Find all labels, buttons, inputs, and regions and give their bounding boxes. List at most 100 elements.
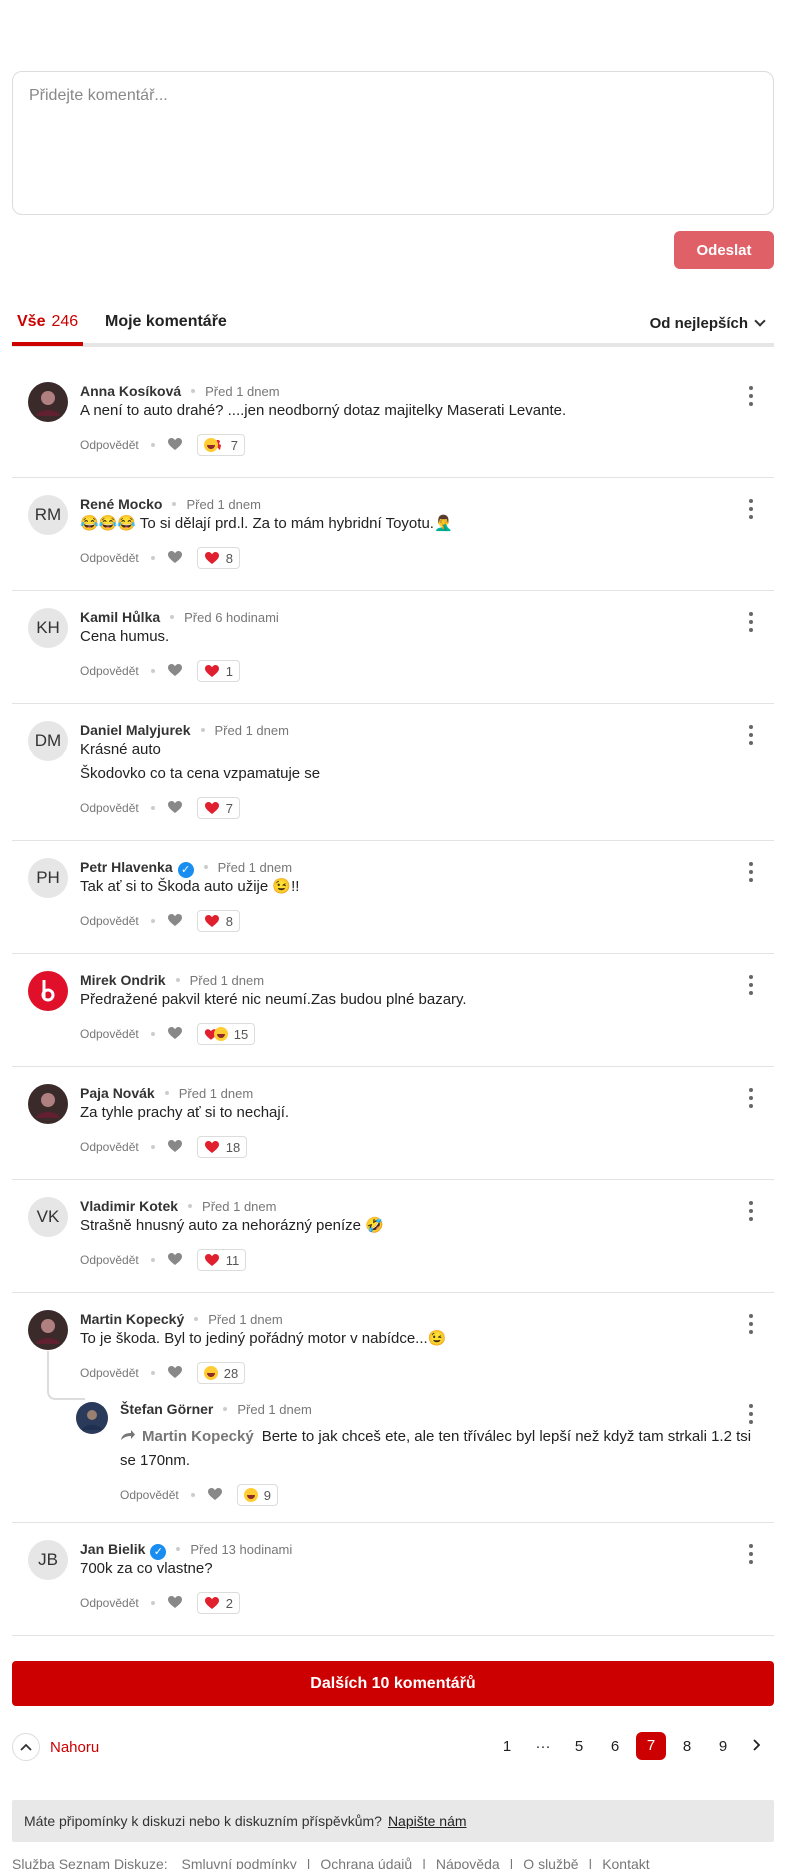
next-page-icon[interactable] bbox=[741, 1738, 771, 1755]
more-options-icon[interactable] bbox=[748, 1404, 754, 1424]
more-options-icon[interactable] bbox=[748, 975, 754, 995]
page-8[interactable]: 8 bbox=[669, 1738, 705, 1755]
heart-outline-icon bbox=[167, 663, 183, 680]
avatar[interactable] bbox=[28, 971, 68, 1011]
reaction-summary[interactable]: 15 bbox=[196, 1023, 256, 1045]
like-button[interactable] bbox=[167, 913, 183, 930]
heart-outline-icon bbox=[167, 800, 183, 817]
reaction-summary[interactable]: 8 bbox=[196, 547, 240, 569]
feedback-link[interactable]: Napište nám bbox=[388, 1813, 467, 1829]
more-options-icon[interactable] bbox=[748, 612, 754, 632]
avatar[interactable]: KH bbox=[28, 608, 68, 648]
reaction-summary[interactable]: 1 bbox=[196, 660, 240, 682]
page-6[interactable]: 6 bbox=[597, 1738, 633, 1755]
comment-author[interactable]: Martin Kopecký bbox=[80, 1311, 184, 1327]
comment-author[interactable]: René Mocko bbox=[80, 496, 162, 512]
avatar[interactable] bbox=[76, 1402, 108, 1434]
page-7-current[interactable]: 7 bbox=[636, 1732, 666, 1760]
page-9[interactable]: 9 bbox=[705, 1738, 741, 1755]
like-button[interactable] bbox=[167, 1595, 183, 1612]
avatar-initials: RM bbox=[34, 505, 62, 524]
more-options-icon[interactable] bbox=[748, 1201, 754, 1221]
more-options-icon[interactable] bbox=[748, 725, 754, 745]
like-button[interactable] bbox=[167, 550, 183, 567]
reply-button[interactable]: Odpovědět bbox=[80, 438, 139, 452]
more-options-icon[interactable] bbox=[748, 499, 754, 519]
reply-button[interactable]: Odpovědět bbox=[80, 551, 139, 565]
send-button[interactable]: Odeslat bbox=[674, 231, 774, 269]
comment-author[interactable]: Paja Novák bbox=[80, 1085, 155, 1101]
footer-link-about[interactable]: O službě bbox=[523, 1856, 578, 1869]
comment-text: A není to auto drahé? ....jen neodborný … bbox=[80, 402, 567, 419]
page-1[interactable]: 1 bbox=[489, 1738, 525, 1755]
avatar[interactable]: VK bbox=[28, 1197, 68, 1237]
comment-author[interactable]: Vladimir Kotek bbox=[80, 1198, 178, 1214]
footer-service-label: Služba Seznam Diskuze: bbox=[12, 1856, 168, 1869]
reaction-summary[interactable]: 18 bbox=[196, 1136, 248, 1158]
tab-all[interactable]: Vše 246 bbox=[17, 313, 78, 331]
comment-author[interactable]: Anna Kosíková bbox=[80, 383, 181, 399]
more-options-icon[interactable] bbox=[748, 1544, 754, 1564]
reaction-summary[interactable]: 7 bbox=[196, 797, 240, 819]
reaction-summary[interactable]: 9 bbox=[236, 1484, 278, 1506]
avatar[interactable] bbox=[28, 1310, 68, 1350]
comment-author[interactable]: Kamil Hůlka bbox=[80, 609, 160, 625]
reaction-summary[interactable]: 11 bbox=[196, 1249, 247, 1271]
reply-button[interactable]: Odpovědět bbox=[80, 664, 139, 678]
reaction-summary[interactable]: 2 bbox=[196, 1592, 240, 1614]
comment-author[interactable]: Mirek Ondrik bbox=[80, 972, 166, 988]
footer-separator: | bbox=[588, 1856, 593, 1869]
reaction-summary[interactable]: 8 bbox=[196, 910, 240, 932]
reply-mention[interactable]: Martin Kopecký bbox=[142, 1428, 254, 1445]
comment-author[interactable]: Petr Hlavenka bbox=[80, 859, 173, 875]
like-button[interactable] bbox=[167, 1252, 183, 1269]
like-button[interactable] bbox=[167, 663, 183, 680]
reply-button[interactable]: Odpovědět bbox=[80, 801, 139, 815]
like-button[interactable] bbox=[167, 1365, 183, 1382]
like-button[interactable] bbox=[167, 1026, 183, 1043]
tab-my-comments[interactable]: Moje komentáře bbox=[105, 313, 227, 331]
comment-item: Martin Kopecký Před 1 dnem To je škoda. By… bbox=[12, 1293, 774, 1523]
avatar[interactable]: RM bbox=[28, 495, 68, 535]
footer-link-privacy[interactable]: Ochrana údajů bbox=[320, 1856, 412, 1869]
reply-button[interactable]: Odpovědět bbox=[80, 1140, 139, 1154]
back-to-top-button[interactable]: Nahoru bbox=[12, 1732, 99, 1762]
page-5[interactable]: 5 bbox=[561, 1738, 597, 1755]
like-button[interactable] bbox=[167, 1139, 183, 1156]
reaction-summary[interactable]: 7 bbox=[196, 434, 245, 456]
more-options-icon[interactable] bbox=[748, 1088, 754, 1108]
comment-author[interactable]: Štefan Görner bbox=[120, 1401, 213, 1417]
like-button[interactable] bbox=[167, 800, 183, 817]
comment-author[interactable]: Jan Bielik bbox=[80, 1541, 145, 1557]
reply-button[interactable]: Odpovědět bbox=[120, 1488, 179, 1502]
heart-laugh-icon bbox=[204, 1027, 228, 1041]
like-button[interactable] bbox=[167, 437, 183, 454]
reply-button[interactable]: Odpovědět bbox=[80, 1596, 139, 1610]
reply-button[interactable]: Odpovědět bbox=[80, 1253, 139, 1267]
comment-input[interactable] bbox=[13, 72, 773, 214]
reply-button[interactable]: Odpovědět bbox=[80, 1366, 139, 1380]
avatar[interactable]: DM bbox=[28, 721, 68, 761]
footer-link-help[interactable]: Nápověda bbox=[436, 1856, 500, 1869]
comment-time: Před 1 dnem bbox=[208, 1312, 283, 1327]
reply-button[interactable]: Odpovědět bbox=[80, 914, 139, 928]
laugh-icon bbox=[243, 1488, 258, 1502]
footer-link-terms[interactable]: Smluvní podmínky bbox=[182, 1856, 297, 1869]
sort-dropdown[interactable]: Od nejlepších bbox=[650, 315, 766, 332]
more-options-icon[interactable] bbox=[748, 862, 754, 882]
footer-separator: | bbox=[306, 1856, 311, 1869]
comment-author[interactable]: Daniel Malyjurek bbox=[80, 722, 191, 738]
avatar[interactable] bbox=[28, 1084, 68, 1124]
comment-text: Cena humus. bbox=[80, 628, 170, 645]
avatar[interactable] bbox=[28, 382, 68, 422]
reply-button[interactable]: Odpovědět bbox=[80, 1027, 139, 1041]
load-more-button[interactable]: Dalších 10 komentářů bbox=[12, 1661, 774, 1706]
reaction-count: 8 bbox=[225, 913, 233, 929]
avatar[interactable]: JB bbox=[28, 1540, 68, 1580]
avatar[interactable]: PH bbox=[28, 858, 68, 898]
more-options-icon[interactable] bbox=[748, 1314, 754, 1334]
footer-link-contact[interactable]: Kontakt bbox=[602, 1856, 649, 1869]
reaction-summary[interactable]: 28 bbox=[196, 1362, 246, 1384]
like-button[interactable] bbox=[207, 1487, 223, 1504]
more-options-icon[interactable] bbox=[748, 386, 754, 406]
